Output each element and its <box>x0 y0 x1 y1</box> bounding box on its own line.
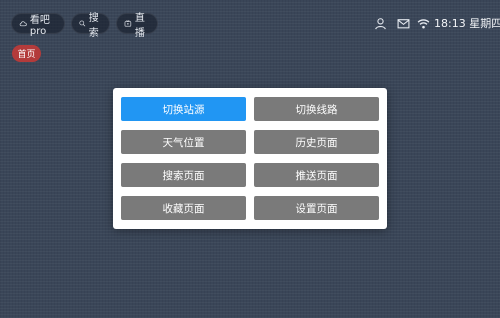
weather-location-button[interactable]: 天气位置 <box>121 130 246 154</box>
favorites-page-button[interactable]: 收藏页面 <box>121 196 246 220</box>
top-bar: 看吧pro 搜索 直播 18:13 星期四 <box>0 0 500 46</box>
app-title-button[interactable]: 看吧pro <box>11 13 65 37</box>
clock-time: 18:13 星期四 <box>434 17 500 30</box>
search-page-button[interactable]: 搜索页面 <box>121 163 246 187</box>
quick-menu-dialog: 切换站源 切换线路 天气位置 历史页面 搜索页面 推送页面 收藏页面 设置页面 <box>113 88 387 229</box>
live-button[interactable]: 直播 <box>116 13 158 39</box>
settings-page-button[interactable]: 设置页面 <box>254 196 379 220</box>
search-button[interactable]: 搜索 <box>71 13 110 39</box>
switch-line-button[interactable]: 切换线路 <box>254 97 379 121</box>
search-label: 搜索 <box>88 12 99 39</box>
mail-icon[interactable] <box>397 14 410 32</box>
history-page-button[interactable]: 历史页面 <box>254 130 379 154</box>
search-icon <box>79 20 86 27</box>
push-page-button[interactable]: 推送页面 <box>254 163 379 187</box>
user-icon[interactable] <box>374 14 387 32</box>
live-label: 直播 <box>134 12 145 39</box>
switch-source-button[interactable]: 切换站源 <box>121 97 246 121</box>
tv-icon <box>124 20 132 27</box>
tab-home[interactable]: 首页 <box>12 45 41 62</box>
wifi-icon <box>417 14 430 32</box>
cloud-icon <box>19 21 27 27</box>
app-title-label: 看吧pro <box>29 14 50 37</box>
